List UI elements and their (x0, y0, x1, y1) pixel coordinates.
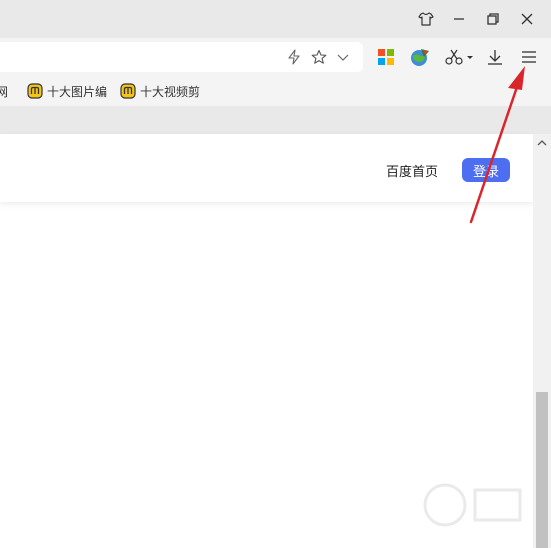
globe-icon[interactable] (407, 44, 433, 70)
bookmark-item[interactable]: 网 (0, 82, 14, 100)
login-button[interactable]: 登录 (462, 158, 510, 182)
lightning-icon[interactable] (284, 47, 304, 67)
apps-grid-icon[interactable] (373, 44, 399, 70)
restore-icon[interactable] (480, 6, 506, 32)
scrollbar-thumb[interactable] (536, 392, 548, 548)
chevron-down-icon[interactable] (333, 47, 353, 67)
toolbar (0, 38, 551, 76)
scissors-icon[interactable] (442, 44, 476, 70)
bookmark-site-icon (120, 83, 136, 99)
title-bar (0, 0, 551, 38)
page-header: 百度首页 登录 (0, 134, 533, 202)
bookmark-site-icon (27, 83, 43, 99)
bookmarks-bar: 网 十大图片编 十大视频剪 (0, 76, 551, 106)
bookmark-item[interactable]: 十大视频剪 (120, 82, 200, 100)
baidu-home-link[interactable]: 百度首页 (386, 161, 438, 180)
watermark-logo (423, 483, 522, 527)
download-icon[interactable] (482, 44, 508, 70)
address-bar[interactable] (0, 42, 363, 72)
bookmark-item[interactable]: 十大图片编 (27, 82, 107, 100)
skin-icon[interactable] (413, 6, 439, 32)
bookmark-label: 十大图片编 (47, 84, 107, 99)
bookmark-label: 十大视频剪 (140, 84, 200, 99)
bookmark-label: 网 (0, 84, 9, 99)
star-icon[interactable] (309, 47, 329, 67)
close-icon[interactable] (514, 6, 540, 32)
scroll-up-icon[interactable] (537, 138, 547, 148)
vertical-scrollbar[interactable] (533, 134, 551, 548)
minimize-icon[interactable] (446, 6, 472, 32)
tab-strip (0, 106, 551, 134)
menu-icon[interactable] (516, 44, 542, 70)
